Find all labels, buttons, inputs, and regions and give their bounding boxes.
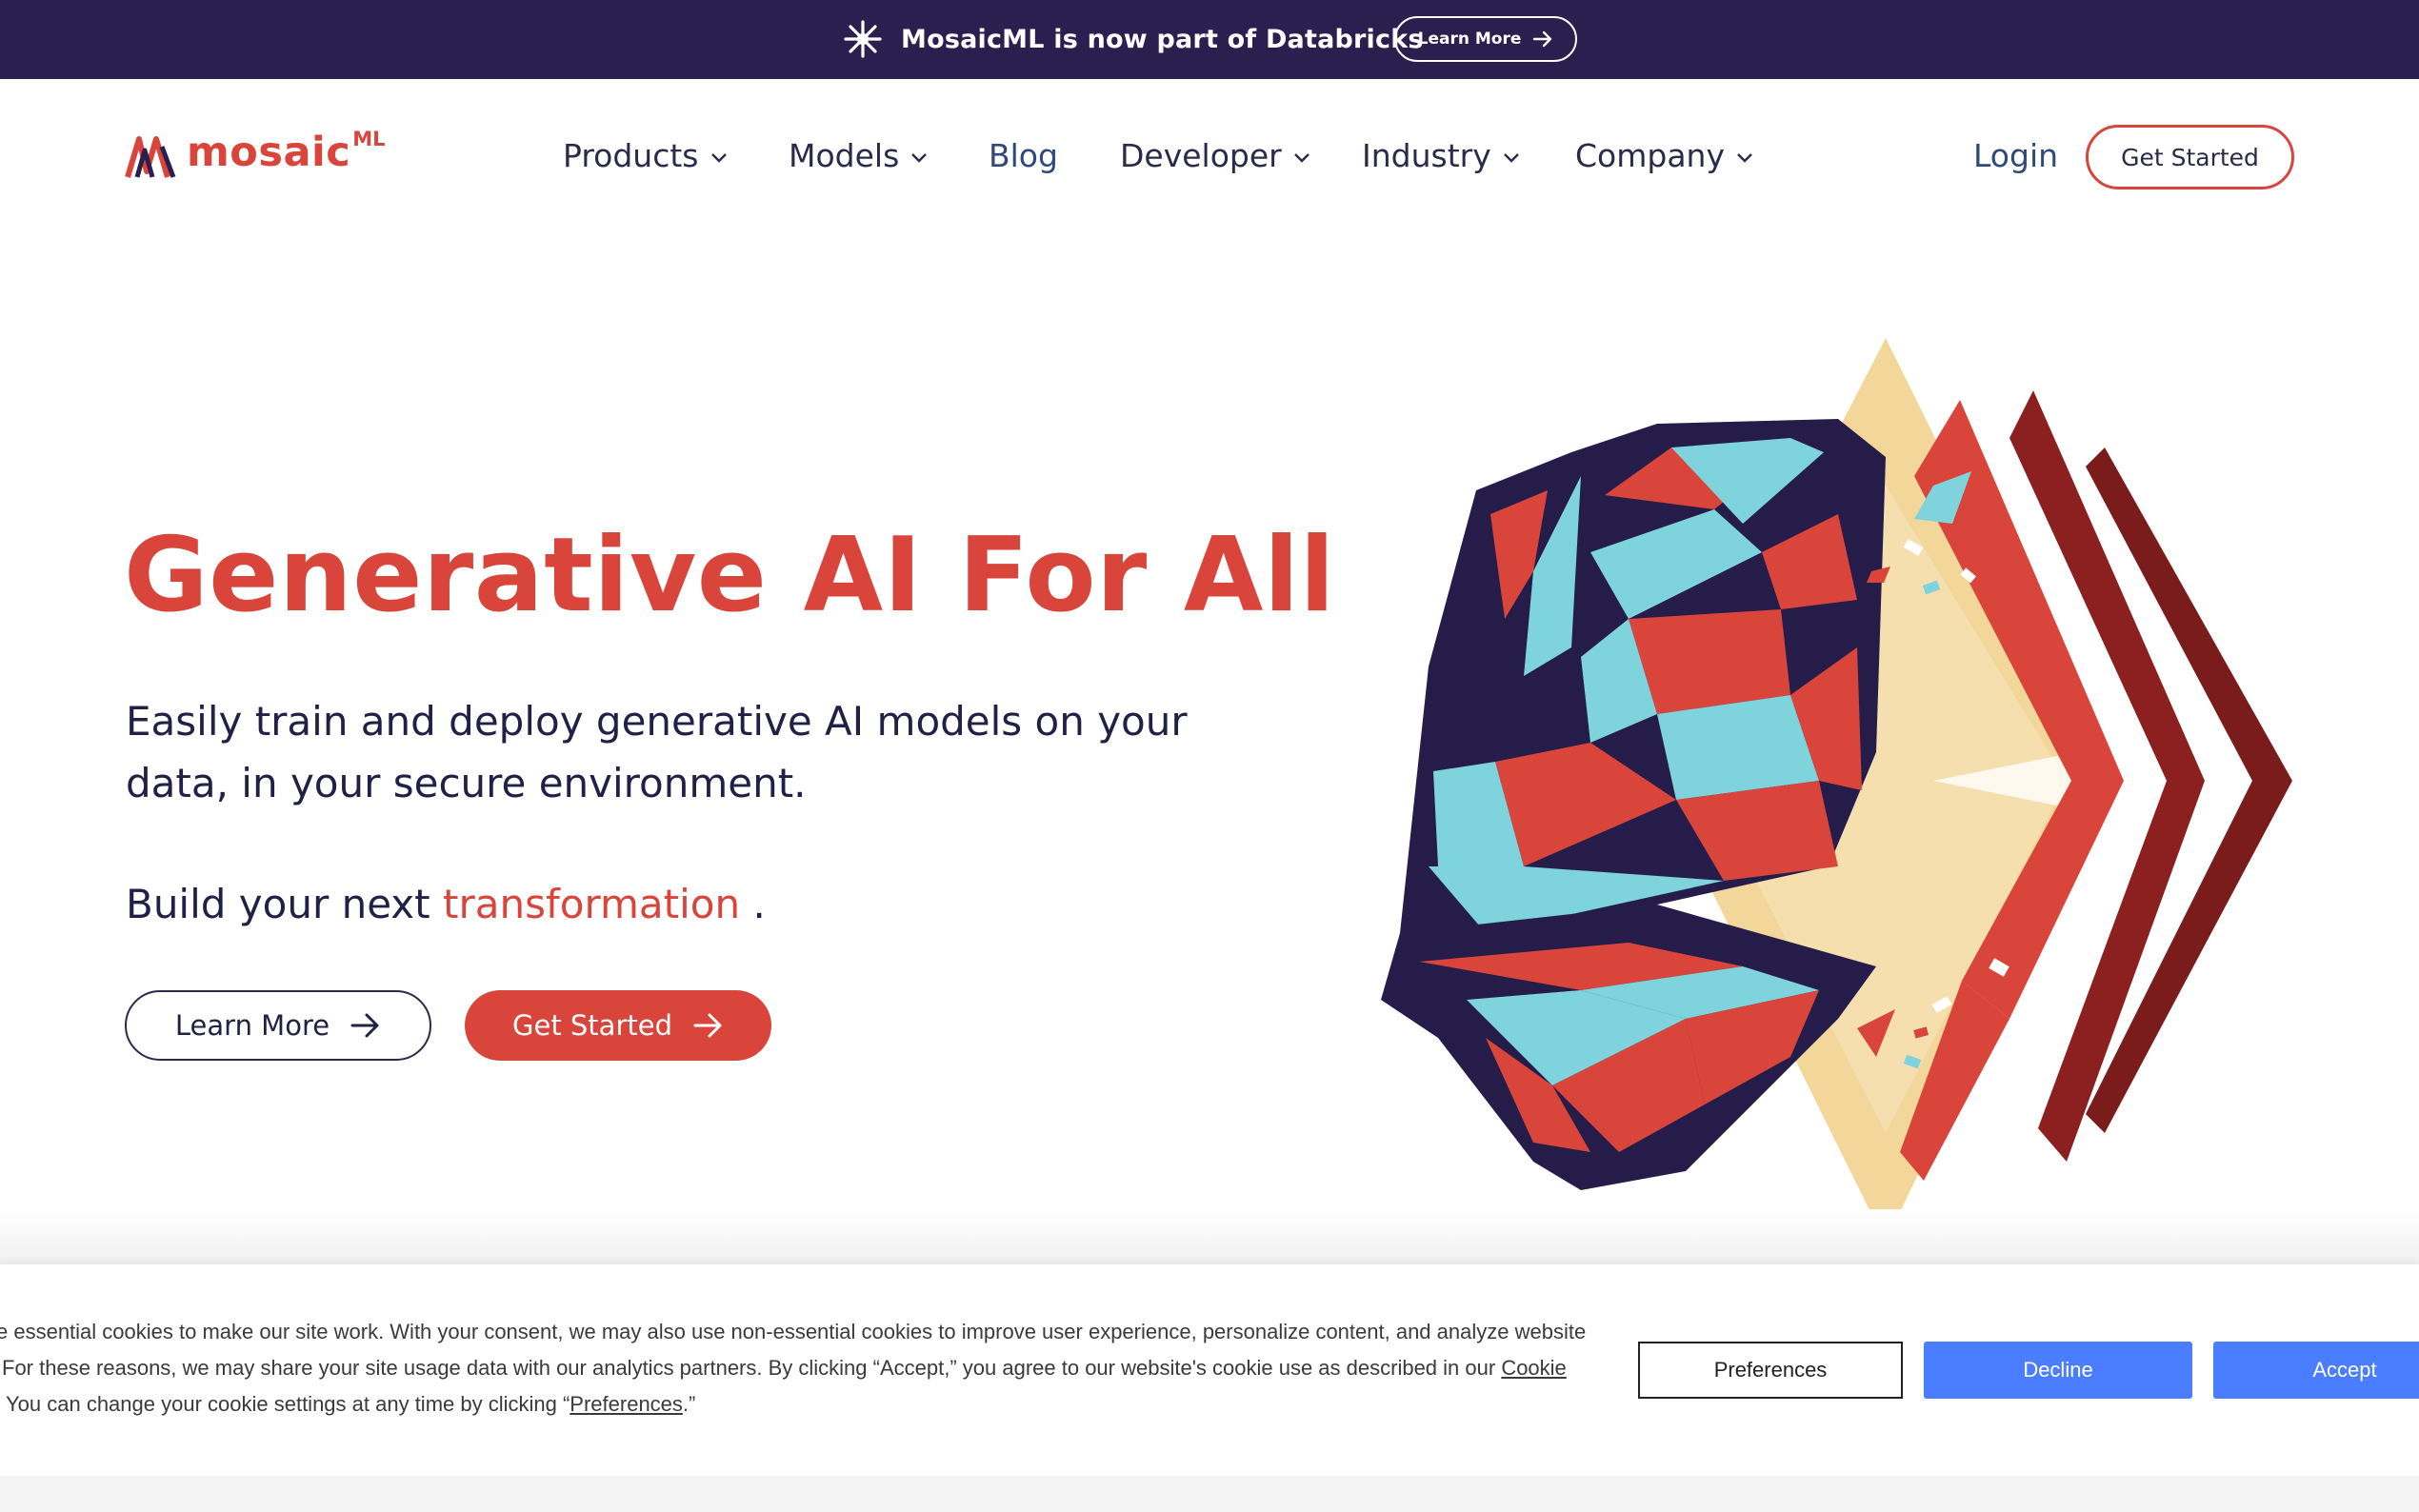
- cookie-message-line-3: You can change your cookie settings at a…: [6, 1386, 1581, 1422]
- banner-text: MosaicML is now part of Databricks: [901, 25, 1424, 54]
- logo-superscript: ML: [352, 128, 386, 150]
- cookie-message: e essential cookies to make our site wor…: [0, 1314, 1587, 1422]
- announcement-banner: MosaicML is now part of Databricks Learn…: [0, 0, 2419, 79]
- sparkle-icon: [844, 20, 882, 58]
- nav-developer[interactable]: Developer: [1120, 129, 1310, 183]
- chevron-down-icon: [1293, 153, 1309, 163]
- nav-models-label: Models: [789, 137, 900, 174]
- nav-blog-label: Blog: [989, 137, 1058, 174]
- nav-models[interactable]: Models: [789, 129, 928, 183]
- arrow-right-icon: [350, 1013, 379, 1038]
- arrow-right-icon: [693, 1013, 722, 1038]
- hero-get-started-button[interactable]: Get Started: [465, 990, 771, 1061]
- chevron-down-icon: [911, 153, 928, 163]
- cookie-line-3-suffix: .”: [682, 1392, 696, 1416]
- hero-learn-more-label: Learn More: [174, 1009, 330, 1042]
- logo-wordmark: mosaic: [187, 129, 351, 176]
- cookie-banner-shadow: [0, 1209, 2419, 1266]
- hero-get-started-label: Get Started: [512, 1009, 672, 1042]
- login-link[interactable]: Login: [1973, 129, 2058, 183]
- nav-developer-label: Developer: [1120, 137, 1282, 174]
- hero-subtitle: Easily train and deploy generative AI mo…: [126, 698, 1188, 806]
- hero-build-suffix: .: [752, 881, 766, 927]
- cookie-preferences-button[interactable]: Preferences: [1638, 1342, 1903, 1399]
- cookie-message-line-2: For these reasons, we may share your sit…: [2, 1350, 1581, 1386]
- cookie-accept-button[interactable]: Accept: [2213, 1342, 2419, 1399]
- nav-company-label: Company: [1575, 137, 1725, 174]
- nav-products[interactable]: Products: [563, 129, 728, 183]
- cookie-line-2-text: For these reasons, we may share your sit…: [2, 1356, 1496, 1380]
- page-footer-strip: [0, 1476, 2419, 1512]
- mosaic-logo-mark-icon: [125, 136, 176, 178]
- cookie-policy-link[interactable]: Cookie: [1501, 1356, 1566, 1380]
- cookie-line-3-text: You can change your cookie settings at a…: [6, 1392, 570, 1416]
- mosaicml-logo[interactable]: mosaic ML: [124, 128, 386, 181]
- chevron-down-icon: [1503, 153, 1519, 163]
- nav-industry-label: Industry: [1362, 137, 1491, 174]
- nav-products-label: Products: [563, 137, 699, 174]
- banner-learn-more-label: Learn More: [1417, 30, 1522, 49]
- nav-industry[interactable]: Industry: [1362, 129, 1520, 183]
- chevron-down-icon: [1737, 153, 1752, 163]
- arrow-right-icon: [1533, 30, 1552, 48]
- nav-company[interactable]: Company: [1575, 129, 1753, 183]
- hero-title: Generative AI For All: [124, 516, 1336, 635]
- chevron-down-icon: [710, 153, 727, 163]
- hero-build-prefix: Build your next: [126, 881, 430, 927]
- cookie-decline-button[interactable]: Decline: [1924, 1342, 2192, 1399]
- header-get-started-button[interactable]: Get Started: [2086, 125, 2294, 189]
- hero-geometric-illustration: [1381, 338, 2292, 1243]
- cookie-message-line-1: e essential cookies to make our site wor…: [0, 1320, 1587, 1343]
- nav-blog[interactable]: Blog: [989, 129, 1058, 183]
- hero-build-line: Build your next transformation .: [126, 876, 766, 933]
- cookie-preferences-link[interactable]: Preferences: [570, 1392, 683, 1416]
- banner-learn-more-button[interactable]: Learn More: [1394, 16, 1577, 62]
- hero-build-accent: transformation: [442, 881, 741, 927]
- hero-learn-more-button[interactable]: Learn More: [125, 990, 431, 1061]
